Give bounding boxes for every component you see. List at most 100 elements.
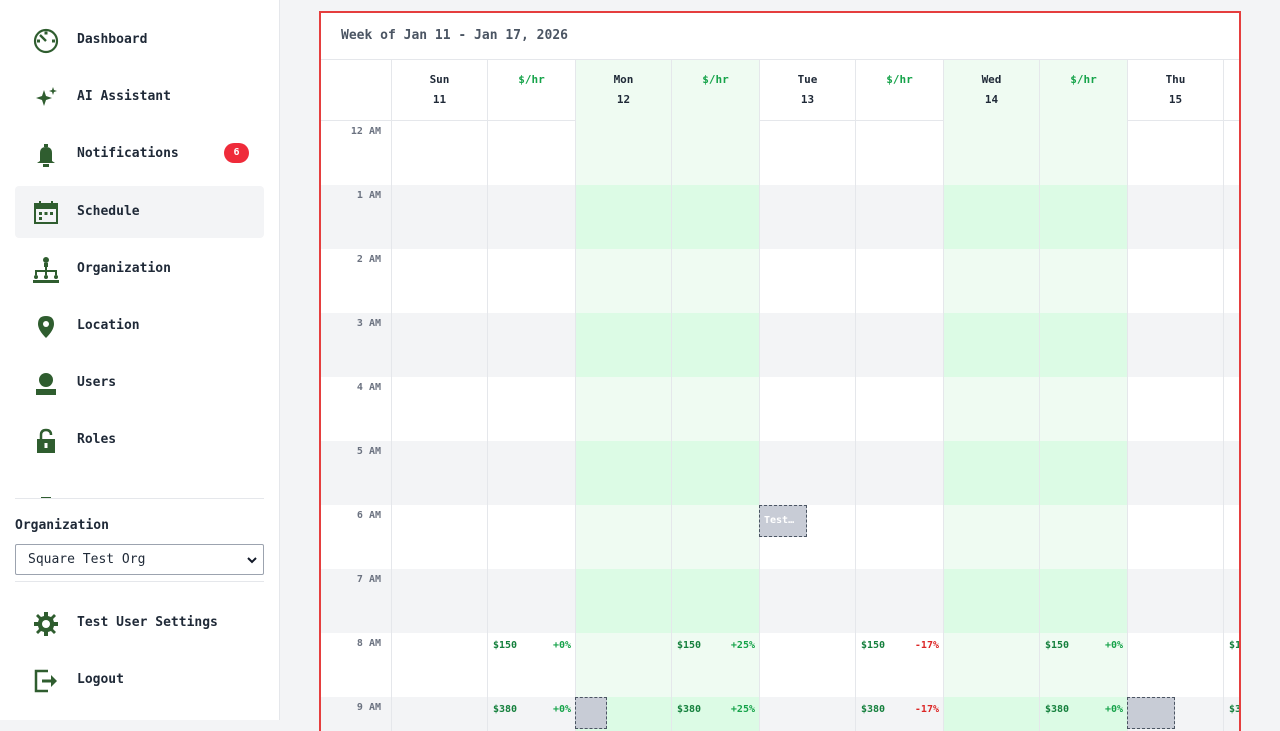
hour-row: 9 AM $380 +0% $380 +25% $380 -17% $380 +0% $380 <box>321 697 1241 731</box>
day-date: 11 <box>432 93 447 106</box>
rate-cell <box>487 313 575 377</box>
schedule-cell[interactable] <box>575 569 671 633</box>
rate-cell <box>487 505 575 569</box>
schedule-cell[interactable] <box>391 313 487 377</box>
schedule-cell[interactable] <box>575 121 671 185</box>
rate-cell <box>487 441 575 505</box>
schedule-cell[interactable] <box>943 697 1039 731</box>
sidebar-item-organization[interactable]: Organization <box>15 243 264 295</box>
schedule-cell[interactable] <box>759 121 855 185</box>
sidebar-item-users[interactable]: Users <box>15 357 264 409</box>
rate-column-header: $/hr <box>855 60 943 121</box>
schedule-panel: Week of Jan 11 - Jan 17, 2026 Sun 11 $/hr M… <box>319 11 1241 731</box>
schedule-cell[interactable] <box>575 313 671 377</box>
schedule-cell[interactable] <box>391 377 487 441</box>
schedule-cell[interactable] <box>943 441 1039 505</box>
sidebar-item-schedule[interactable]: Schedule <box>15 186 264 238</box>
schedule-cell[interactable] <box>575 441 671 505</box>
sidebar-item-label: Location <box>77 318 140 333</box>
rate-change-percent: +25% <box>730 704 755 715</box>
schedule-cell[interactable] <box>759 441 855 505</box>
hour-label: 6 AM <box>356 510 381 521</box>
shift-block[interactable] <box>575 697 607 729</box>
schedule-cell[interactable] <box>1127 633 1223 697</box>
schedule-cell[interactable] <box>943 505 1039 569</box>
schedule-cell[interactable] <box>943 377 1039 441</box>
schedule-cell[interactable] <box>575 377 671 441</box>
day-header-tue: Tue 13 <box>759 60 855 121</box>
rate-cell <box>671 505 759 569</box>
day-name: Mon <box>613 73 634 86</box>
schedule-cell[interactable] <box>575 249 671 313</box>
day-header-wed: Wed 14 <box>943 60 1039 121</box>
sidebar-item-ai-assistant[interactable]: AI Assistant <box>15 71 264 123</box>
schedule-cell[interactable] <box>1127 313 1223 377</box>
schedule-cell[interactable] <box>759 185 855 249</box>
hour-row: 12 AM <box>321 121 1239 185</box>
schedule-cell[interactable] <box>391 249 487 313</box>
schedule-cell[interactable] <box>759 633 855 697</box>
schedule-cell[interactable] <box>391 569 487 633</box>
settings-button[interactable]: Test User Settings <box>15 597 264 649</box>
location-pin-icon <box>31 312 61 342</box>
schedule-cell[interactable] <box>943 121 1039 185</box>
rate-cell <box>1039 121 1127 185</box>
schedule-cell[interactable] <box>759 249 855 313</box>
lock-icon <box>31 426 61 456</box>
schedule-cell[interactable] <box>759 697 855 731</box>
schedule-cell[interactable] <box>943 633 1039 697</box>
rate-cell: $150 -17% <box>855 633 943 697</box>
logout-label: Logout <box>77 672 124 687</box>
rate-cell: $150 +25% <box>671 633 759 697</box>
schedule-cell[interactable] <box>391 505 487 569</box>
schedule-cell[interactable] <box>943 313 1039 377</box>
rate-cell: $380 -17% <box>855 697 943 731</box>
schedule-cell[interactable] <box>1127 505 1223 569</box>
schedule-cell[interactable] <box>391 185 487 249</box>
schedule-cell[interactable] <box>391 121 487 185</box>
schedule-cell[interactable] <box>759 313 855 377</box>
hour-row: 5 AM <box>321 441 1239 505</box>
schedule-cell[interactable] <box>1127 249 1223 313</box>
schedule-cell[interactable] <box>391 441 487 505</box>
rate-header-label: $/hr <box>1224 73 1239 86</box>
rate-cell <box>671 377 759 441</box>
hour-row: 4 AM <box>321 377 1239 441</box>
organization-select[interactable]: Square Test Org <box>15 544 264 575</box>
schedule-cell[interactable] <box>759 377 855 441</box>
day-name: Sun <box>429 73 450 86</box>
rate-cell <box>487 121 575 185</box>
schedule-cell[interactable] <box>943 569 1039 633</box>
schedule-cell[interactable] <box>1127 569 1223 633</box>
schedule-cell[interactable] <box>943 249 1039 313</box>
sidebar-item-label: Roles <box>77 432 117 447</box>
schedule-cell[interactable] <box>575 633 671 697</box>
sidebar-item-dashboard[interactable]: Dashboard <box>15 14 264 66</box>
sidebar-item-roles[interactable]: Roles <box>15 414 264 466</box>
rate-change-percent: -17% <box>914 704 939 715</box>
schedule-cell[interactable] <box>391 697 487 731</box>
rate-amount: $380 <box>1229 704 1241 715</box>
schedule-cell[interactable] <box>1127 441 1223 505</box>
schedule-cell[interactable] <box>575 185 671 249</box>
shift-block[interactable]: Test… <box>759 505 807 537</box>
rate-cell <box>855 569 943 633</box>
schedule-cell[interactable] <box>1127 377 1223 441</box>
rate-cell: $380 +25% <box>671 697 759 731</box>
schedule-cell[interactable] <box>943 185 1039 249</box>
schedule-cell[interactable] <box>391 633 487 697</box>
sidebar-item-location[interactable]: Location <box>15 300 264 352</box>
schedule-cell[interactable] <box>759 569 855 633</box>
sidebar-item-notifications[interactable]: Notifications 6 <box>15 128 264 180</box>
rate-cell <box>855 185 943 249</box>
rate-cell <box>855 505 943 569</box>
schedule-cell[interactable] <box>575 505 671 569</box>
rate-cell <box>1223 505 1239 569</box>
day-date: 13 <box>800 93 815 106</box>
shift-block[interactable] <box>1127 697 1175 729</box>
sidebar-item-more[interactable] <box>15 471 264 498</box>
rate-amount: $150 <box>677 640 702 651</box>
logout-button[interactable]: Logout <box>15 654 264 706</box>
schedule-cell[interactable] <box>1127 121 1223 185</box>
schedule-cell[interactable] <box>1127 185 1223 249</box>
